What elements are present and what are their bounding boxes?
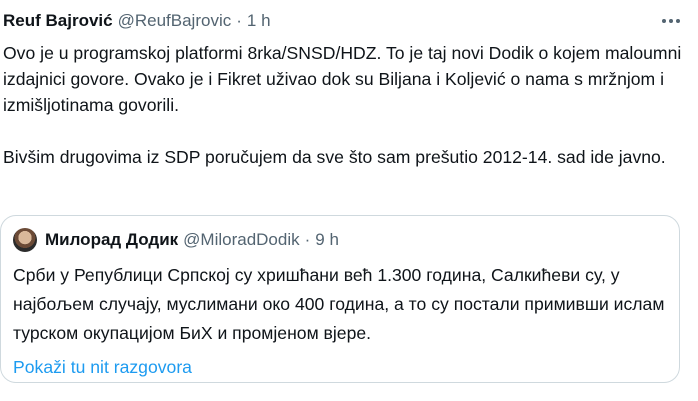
quoted-tweet-header: Милорад Додик @MiloradDodik · 9 h [13, 226, 667, 254]
quoted-author-handle: @MiloradDodik [183, 230, 300, 249]
quoted-tweet[interactable]: Милорад Додик @MiloradDodik · 9 h Срби у… [0, 215, 680, 383]
separator-dot: · [236, 11, 242, 30]
tweet[interactable]: Reuf Bajrović @ReufBajrovic · 1 h Ovo je… [0, 0, 698, 401]
quoted-timestamp: 9 h [315, 230, 339, 249]
tweet-paragraph-1: Ovo je u programskoj platformi 8rka/SNSD… [3, 43, 682, 115]
author-handle[interactable]: @ReufBajrovic [118, 11, 232, 31]
avatar[interactable] [13, 228, 37, 252]
more-horizontal-icon [662, 19, 680, 23]
quoted-separator-dot: · [304, 230, 311, 249]
more-options-button[interactable] [660, 10, 682, 32]
tweet-text: Ovo je u programskoj platformi 8rka/SNSD… [3, 40, 683, 170]
timestamp[interactable]: 1 h [247, 11, 271, 31]
author-name[interactable]: Reuf Bajrović [3, 11, 113, 31]
show-thread-link[interactable]: Pokaži tu nit razgovora [13, 354, 192, 380]
quoted-tweet-text: Срби у Републици Српској су хришћани већ… [13, 265, 665, 343]
tweet-paragraph-2: Bivšim drugovima iz SDP poručujem da sve… [3, 147, 666, 167]
tweet-header: Reuf Bajrović @ReufBajrovic · 1 h [3, 8, 682, 34]
quoted-author-name: Милорад Додик [45, 230, 179, 249]
